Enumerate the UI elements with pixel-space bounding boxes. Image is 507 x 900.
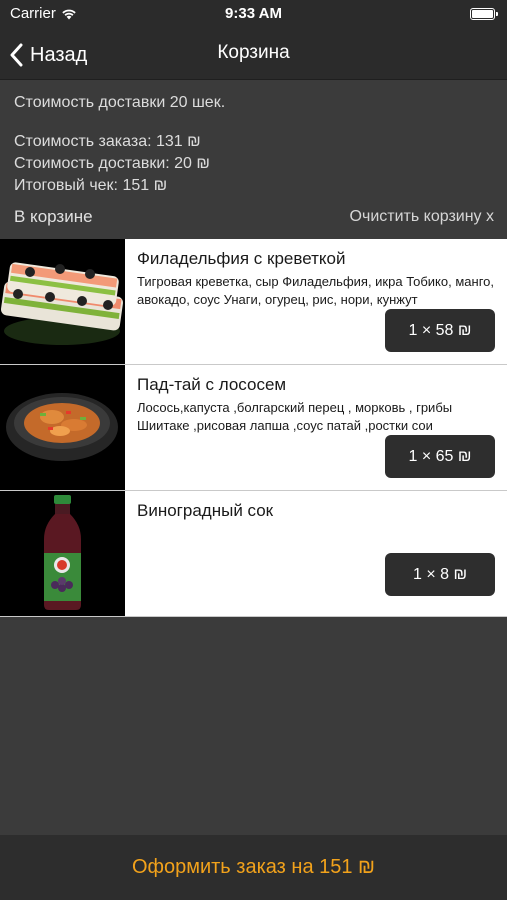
page-title: Корзина <box>217 42 290 63</box>
cart-item-details: Филадельфия с креветкой Тигровая креветк… <box>125 239 507 364</box>
status-bar: Carrier 9:33 AM <box>0 0 507 30</box>
noodle-bowl-photo <box>0 365 125 490</box>
quantity-button[interactable]: 1 × 8 ₪ <box>385 553 495 596</box>
battery-icon <box>470 8 498 20</box>
cart-items-list: Филадельфия с креветкой Тигровая креветк… <box>0 239 507 617</box>
checkout-label: Оформить заказ на 151 ₪ <box>131 856 376 878</box>
cart-item[interactable]: Филадельфия с креветкой Тигровая креветк… <box>0 239 507 365</box>
item-description: Тигровая креветка, сыр Филадельфия, икра… <box>137 274 494 307</box>
total-check: Итоговый чек: 151 ₪ <box>14 177 168 194</box>
cart-item-details: Виноградный сок 1 × 8 ₪ <box>125 491 507 616</box>
checkout-button[interactable]: Оформить заказ на 151 ₪ <box>0 835 507 900</box>
cart-item-details: Пад-тай с лососем Лосось,капуста ,болгар… <box>125 365 507 490</box>
item-description: Лосось,капуста ,болгарский перец , морко… <box>137 400 453 433</box>
nav-bar: Назад Корзина <box>0 30 507 80</box>
clear-cart-button[interactable]: Очистить корзину x <box>350 208 494 226</box>
cart-header: В корзине Очистить корзину x <box>14 205 494 229</box>
item-name: Пад-тай с лососем <box>137 375 287 394</box>
cart-title: В корзине <box>14 207 93 226</box>
quantity-button[interactable]: 1 × 65 ₪ <box>385 435 495 478</box>
order-summary: Стоимость доставки 20 шек. Стоимость зак… <box>14 92 494 197</box>
item-name: Филадельфия с креветкой <box>137 249 346 268</box>
sushi-roll-photo <box>0 239 125 364</box>
cart-item[interactable]: Пад-тай с лососем Лосось,капуста ,болгар… <box>0 365 507 491</box>
delivery-cost: Стоимость доставки: 20 ₪ <box>14 155 210 172</box>
clock: 9:33 AM <box>225 5 282 22</box>
juice-bottle-photo <box>0 491 125 616</box>
delivery-note: Стоимость доставки 20 шек. <box>14 94 226 111</box>
quantity-button[interactable]: 1 × 58 ₪ <box>385 309 495 352</box>
cart-item[interactable]: Виноградный сок 1 × 8 ₪ <box>0 491 507 617</box>
item-name: Виноградный сок <box>137 501 274 520</box>
order-cost: Стоимость заказа: 131 ₪ <box>14 133 201 150</box>
